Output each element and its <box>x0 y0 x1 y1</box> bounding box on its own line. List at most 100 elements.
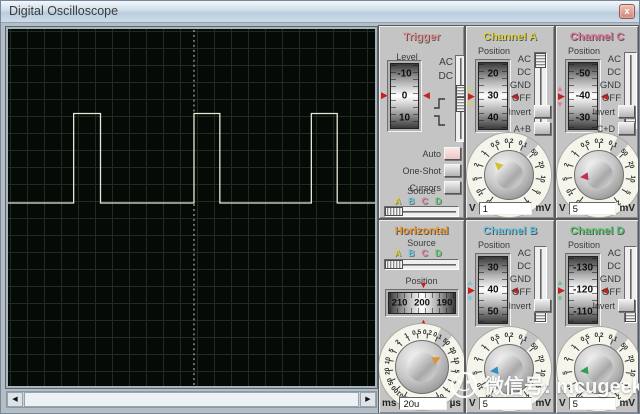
trigger-coupling-switch[interactable] <box>455 55 465 101</box>
trigger-level-value: 0 <box>391 91 418 102</box>
channel-c-position-value: -50 <box>569 68 597 79</box>
trigger-level-wheel[interactable]: -10 0 10 <box>387 60 422 132</box>
channel-a-coupling-handle[interactable] <box>535 53 546 68</box>
oscilloscope-window: Digital Oscilloscope x ◀ ▶ Trigger Level… <box>0 0 640 414</box>
trigger-auto-label: Auto <box>422 149 441 159</box>
horizontal-timebase-value: 20u <box>399 397 446 410</box>
waveform-trace <box>8 114 375 204</box>
knob-tick <box>509 337 510 342</box>
horizontal-unit-left: ms <box>382 398 396 409</box>
channel-c-gain-value: 5 <box>569 202 617 215</box>
channel-d-nudge-down-icon[interactable]: ▼ <box>556 295 564 303</box>
horizontal-position-value: 210 <box>392 298 408 309</box>
trigger-edge-switch[interactable] <box>455 96 465 142</box>
channel-b-position-value: 40 <box>479 285 507 296</box>
horizontal-knob-face[interactable] <box>395 340 449 394</box>
channel-b-nudge-down-icon[interactable]: ▼ <box>466 295 474 303</box>
falling-edge-icon <box>433 114 447 127</box>
channel-c-invert-button[interactable] <box>618 105 635 118</box>
channel-a-knob-face[interactable] <box>484 150 534 200</box>
channel-c-unit-left: V <box>559 203 566 214</box>
control-panels: Trigger Level ▶ ◀ -10 0 10 AC DC <box>378 25 639 414</box>
knob-pointer-icon <box>580 366 589 375</box>
channel-c-nudge-down-icon[interactable]: ▼ <box>556 101 564 109</box>
channel-b-gain-value: 5 <box>479 397 533 410</box>
horizontal-position-value: 190 <box>437 298 453 309</box>
channel-b-title: Channel B <box>466 225 554 237</box>
channel-b-unit-left: V <box>469 398 476 409</box>
scroll-right-arrow-icon: ▶ <box>365 396 370 403</box>
trigger-panel: Trigger Level ▶ ◀ -10 0 10 AC DC <box>378 25 465 219</box>
channel-c-invert-label: Invert <box>592 107 615 117</box>
channel-a-a-b-label: A+B <box>514 124 531 134</box>
horizontal-unit-right: µs <box>450 398 461 409</box>
window-title: Digital Oscilloscope <box>9 4 118 18</box>
channel-b-invert-button[interactable] <box>534 299 551 312</box>
source-letter-d: D <box>435 248 449 258</box>
channel-a-unit-right: mV <box>535 203 551 214</box>
knob-tick <box>599 143 600 148</box>
horizontal-source-letters: ABCD <box>379 248 464 258</box>
source-letter-c: C <box>422 196 436 206</box>
trigger-level-right-arrow-icon: ◀ <box>423 91 430 100</box>
scroll-thumb[interactable] <box>24 392 359 407</box>
channel-c-wheel-left-arrow-icon: ▶ <box>558 92 565 101</box>
trigger-one-shot-button[interactable] <box>444 164 461 177</box>
channel-b-panel: Channel B Position ▲ ▼ ▶ ◀ 30 40 50 AC D… <box>465 219 555 414</box>
channel-a-panel: Channel A Position ▲ ▼ ▶ ◀ 20 30 40 AC D… <box>465 25 555 219</box>
scroll-left-arrow-icon: ◀ <box>12 396 17 403</box>
channel-a-invert-label: Invert <box>508 107 531 117</box>
titlebar[interactable]: Digital Oscilloscope x <box>1 1 639 23</box>
trigger-source-label: Source <box>379 186 464 196</box>
scope-display <box>6 27 377 388</box>
scroll-left-button[interactable]: ◀ <box>7 392 23 407</box>
channel-a-coupling-labels: AC DC GND OFF <box>504 53 531 105</box>
trigger-auto-button[interactable] <box>444 147 461 160</box>
channel-c-panel: Channel C Position ▲ ▼ ▶ ◀ -50 -40 -30 A… <box>555 25 639 219</box>
channel-d-unit-right: mV <box>619 398 635 409</box>
channel-c-title: Channel C <box>556 31 638 43</box>
channel-b-invert-label: Invert <box>508 301 531 311</box>
knob-pointer-icon <box>580 172 589 181</box>
waveform-canvas <box>8 29 375 386</box>
trigger-dc-label: DC <box>429 71 453 82</box>
channel-d-wheel-left-arrow-icon: ▶ <box>558 286 565 295</box>
channel-a-invert-button[interactable] <box>534 105 551 118</box>
horizontal-title: Horizontal <box>379 225 464 237</box>
knob-tick <box>599 337 600 342</box>
trigger-source-slider[interactable] <box>384 206 459 217</box>
horizontal-scrollbar[interactable]: ◀ ▶ <box>6 391 377 408</box>
channel-b-unit-right: mV <box>535 398 551 409</box>
channel-c-unit-right: mV <box>619 203 635 214</box>
horizontal-position-wheel[interactable]: 210 200 190 <box>385 289 459 317</box>
channel-c-coupling-labels: AC DC GND OFF <box>594 53 621 105</box>
horizontal-panel: Horizontal Source ABCD Position ▼ ▲ 210 … <box>378 219 465 414</box>
channel-a-title: Channel A <box>466 31 554 43</box>
channel-d-position-value: -120 <box>569 285 597 296</box>
trigger-source-letters: ABCD <box>379 196 464 206</box>
horizontal-source-slider[interactable] <box>384 259 459 270</box>
channel-a-unit-left: V <box>469 203 476 214</box>
trigger-edge-handle[interactable] <box>456 97 465 112</box>
channel-d-invert-button[interactable] <box>618 299 635 312</box>
horizontal-source-label: Source <box>379 238 464 248</box>
channel-d-invert-label: Invert <box>592 301 615 311</box>
trigger-source-handle[interactable] <box>385 207 403 216</box>
channel-c-position-value: -40 <box>569 91 597 102</box>
close-button[interactable]: x <box>619 4 635 19</box>
horizontal-position-value: 200 <box>414 298 430 309</box>
channel-d-position-value: -130 <box>569 262 597 273</box>
channel-a-wheel-left-arrow-icon: ▶ <box>468 92 475 101</box>
channel-d-coupling-labels: AC DC GND OFF <box>594 247 621 299</box>
trigger-level-value: -10 <box>391 69 418 80</box>
rising-edge-icon <box>433 97 447 110</box>
source-letter-a: A <box>395 196 409 206</box>
horizontal-source-handle[interactable] <box>385 260 403 269</box>
source-letter-d: D <box>435 196 449 206</box>
trigger-ac-label: AC <box>429 57 453 68</box>
channel-a-nudge-down-icon[interactable]: ▼ <box>466 101 474 109</box>
scroll-right-button[interactable]: ▶ <box>360 392 376 407</box>
channel-b-position-value: 50 <box>479 307 507 318</box>
source-letter-b: B <box>408 248 422 258</box>
channel-a-position-value: 40 <box>479 113 507 124</box>
